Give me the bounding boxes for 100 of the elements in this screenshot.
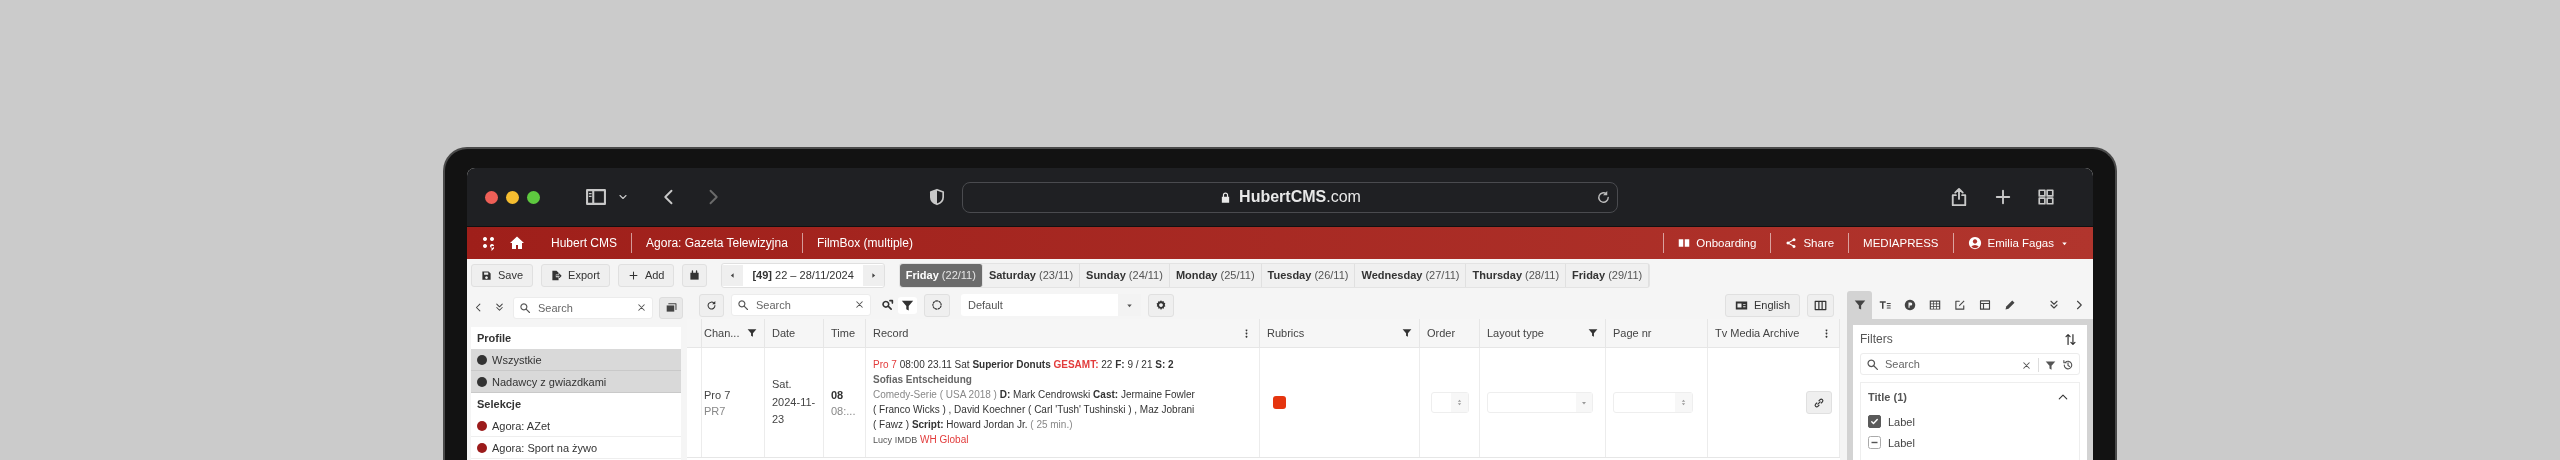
checkbox[interactable] — [1868, 415, 1881, 428]
address-bar[interactable]: HubertCMS.com — [962, 181, 1618, 213]
time-text: 08:... — [831, 404, 856, 417]
header-link[interactable]: Onboarding — [1664, 237, 1771, 249]
breadcrumb-link[interactable]: FilmBox (multiple) — [802, 236, 927, 250]
list-item[interactable]: Nadawcy z gwiazdkami — [471, 371, 681, 393]
gallery-button[interactable] — [659, 296, 683, 319]
day-tab[interactable]: Tuesday (26/11) — [1261, 263, 1356, 287]
search-field[interactable]: Search — [731, 294, 871, 316]
column-header[interactable]: Chan... — [704, 327, 740, 339]
day-tab[interactable]: Wednesday (27/11) — [1355, 263, 1467, 287]
minus-box-icon[interactable] — [1868, 436, 1881, 449]
toolbar-button[interactable]: Export — [541, 263, 610, 287]
double-chevron-icon — [494, 302, 505, 313]
user-menu[interactable]: Emilia Fagas — [1953, 236, 2083, 250]
language-button[interactable]: English — [1724, 293, 1800, 317]
shield-icon — [928, 188, 946, 206]
grid-icon — [1928, 299, 1941, 311]
share-button[interactable] — [1949, 187, 1969, 207]
maximize-window-button[interactable] — [527, 190, 540, 204]
column-header[interactable]: Date — [772, 327, 796, 339]
history-icon — [2062, 359, 2074, 371]
list-item[interactable]: Agora: AZet — [471, 415, 681, 437]
filter-icon — [1853, 299, 1866, 311]
url-text: HubertCMS.com — [1239, 188, 1361, 206]
panel-tab[interactable] — [1847, 291, 1872, 319]
filter-button[interactable] — [898, 296, 917, 314]
filter-icon[interactable] — [1402, 328, 1412, 338]
breadcrumb-link[interactable]: Agora: Gazeta Telewizyjna — [632, 236, 802, 250]
minimize-window-button[interactable] — [506, 190, 519, 204]
plus-icon — [627, 269, 639, 281]
export-icon — [551, 269, 563, 281]
column-header[interactable]: Page nr — [1613, 327, 1652, 339]
item-label: Agora: Sport na żywo — [492, 441, 598, 454]
pencil-icon — [2003, 299, 2016, 311]
record-line: ( Franco Wicks ) , David Koechner ( Carl 'Tush' Tushinski ) , Maz Jobrani — [873, 403, 1195, 416]
new-tab-button[interactable] — [1993, 187, 2013, 207]
column-header[interactable]: Layout type — [1487, 327, 1544, 339]
header-link[interactable]: Share — [1771, 237, 1849, 249]
day-tab[interactable]: Friday (22/11) — [899, 263, 983, 287]
share-icon — [1785, 237, 1798, 249]
sort-icon — [2064, 332, 2077, 346]
layout-icon — [1978, 299, 1991, 311]
section-heading: Profile — [476, 331, 513, 346]
column-header[interactable]: Order — [1427, 327, 1456, 339]
day-tab[interactable]: Sunday (24/11) — [1080, 263, 1170, 287]
columns-button[interactable] — [1807, 293, 1834, 317]
toolbar-button[interactable]: Add — [617, 263, 675, 287]
day-tab[interactable]: Saturday (23/11) — [982, 263, 1081, 287]
page-number-field[interactable] — [1613, 392, 1693, 413]
list-item[interactable]: Agora: Sport na żywo — [471, 437, 681, 459]
header-link[interactable]: MEDIAPRESS — [1849, 237, 1953, 249]
clear-icon — [2021, 359, 2032, 371]
group-title[interactable]: Title (1) — [1868, 391, 1907, 403]
sidebar-icon — [585, 186, 607, 208]
toolbar-button[interactable]: Save — [471, 263, 534, 287]
reload-icon — [1596, 189, 1611, 205]
edit-icon — [1953, 299, 1966, 311]
list-item[interactable]: Wszystkie — [471, 349, 681, 371]
item-label: Wszystkie — [492, 353, 542, 366]
reset-button[interactable] — [924, 293, 950, 317]
stepper-icon — [1455, 398, 1464, 407]
item-label: Agora: AZet — [492, 419, 551, 432]
column-header[interactable]: Tv Media Archive — [1715, 327, 1800, 339]
clear-icon — [854, 299, 865, 310]
column-header[interactable]: Rubrics — [1267, 327, 1305, 339]
settings-icon — [1155, 299, 1167, 311]
search-field[interactable]: Search — [513, 296, 654, 319]
day-tab[interactable]: Thursday (28/11) — [1466, 263, 1567, 287]
sidebar-toggle-button[interactable] — [585, 186, 607, 208]
stepper-icon — [1679, 398, 1688, 407]
search-icon — [519, 301, 531, 314]
privacy-button[interactable] — [928, 188, 946, 206]
check-icon — [1869, 416, 1880, 427]
filter-icon — [901, 298, 914, 312]
filter-search-field[interactable]: Search — [1860, 353, 2080, 375]
refresh-button[interactable] — [699, 293, 724, 317]
text-filter-icon — [1878, 299, 1891, 311]
view-select[interactable]: Default — [961, 294, 1141, 316]
settings-button[interactable] — [1148, 293, 1174, 317]
filter-icon[interactable] — [747, 328, 757, 338]
column-header[interactable]: Record — [873, 327, 909, 339]
funnel-icon — [1402, 328, 1412, 338]
home-icon — [509, 235, 525, 251]
day-tab[interactable]: Friday (29/11) — [1566, 263, 1650, 287]
link-button[interactable] — [1806, 391, 1832, 414]
breadcrumb-link[interactable]: Hubert CMS — [537, 236, 632, 250]
tab-overview-button[interactable] — [2037, 187, 2055, 207]
channel-code: PR7 — [704, 404, 726, 417]
link-icon — [1813, 396, 1825, 409]
column-header[interactable]: Time — [831, 327, 856, 339]
record-line: Lucy IMDB WH Global — [873, 433, 969, 447]
close-window-button[interactable] — [485, 190, 498, 204]
order-field[interactable] — [1431, 392, 1469, 413]
day-tab[interactable]: Monday (25/11) — [1169, 263, 1262, 287]
save-icon — [481, 269, 492, 281]
record-line: ( Fawz ) Script: Howard Jordan Jr. ( 25 min.) — [873, 418, 1073, 431]
filter-icon[interactable] — [1588, 328, 1598, 338]
zoom-icon — [881, 298, 894, 312]
calendar-button[interactable] — [682, 263, 708, 287]
